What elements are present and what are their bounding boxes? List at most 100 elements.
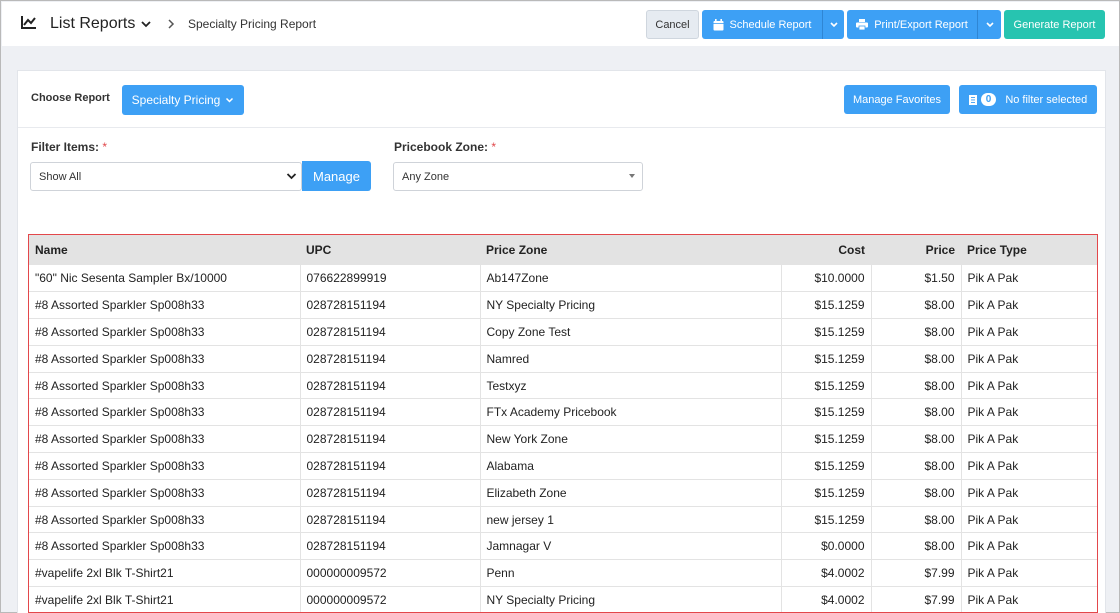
- cell-name: #8 Assorted Sparkler Sp008h33: [29, 398, 301, 427]
- cell-price-type: Pik A Pak: [961, 345, 1097, 373]
- chevron-down-icon[interactable]: [139, 17, 153, 31]
- print-export-label: Print/Export Report: [874, 18, 968, 31]
- cell-cost: $15.1259: [781, 318, 872, 346]
- cell-upc: 028728151194: [300, 291, 481, 320]
- cell-price: $8.00: [871, 291, 962, 320]
- cell-price-zone: NY Specialty Pricing: [480, 586, 782, 612]
- cell-upc: 028728151194: [300, 398, 481, 427]
- filter-items-label-text: Filter Items:: [31, 140, 100, 154]
- cell-name: #8 Assorted Sparkler Sp008h33: [29, 372, 301, 400]
- cell-price-type: Pik A Pak: [961, 425, 1097, 454]
- cell-price: $8.00: [871, 318, 962, 346]
- cell-name: #8 Assorted Sparkler Sp008h33: [29, 291, 301, 320]
- table-row[interactable]: #8 Assorted Sparkler Sp008h33 02872815119…: [29, 479, 1097, 507]
- column-header-name[interactable]: Name: [29, 235, 300, 265]
- cell-price-zone: Copy Zone Test: [480, 318, 782, 346]
- pricebook-zone-select[interactable]: Any Zone: [393, 162, 643, 191]
- column-header-price-type[interactable]: Price Type: [961, 235, 1097, 265]
- top-bar: List Reports Specialty Pricing Report Ca…: [2, 2, 1119, 46]
- cell-price-type: Pik A Pak: [961, 586, 1097, 612]
- cell-name: #8 Assorted Sparkler Sp008h33: [29, 532, 301, 561]
- report-select-button[interactable]: Specialty Pricing: [122, 85, 244, 115]
- table-row[interactable]: #8 Assorted Sparkler Sp008h33 02872815119…: [29, 506, 1097, 534]
- column-header-upc[interactable]: UPC: [300, 235, 480, 265]
- app-window: List Reports Specialty Pricing Report Ca…: [0, 0, 1120, 613]
- cell-upc: 028728151194: [300, 318, 481, 346]
- cell-cost: $15.1259: [781, 291, 872, 320]
- column-header-price[interactable]: Price: [871, 235, 961, 265]
- cell-price: $8.00: [871, 398, 962, 427]
- breadcrumb: Specialty Pricing Report: [188, 17, 317, 31]
- cell-cost: $10.0000: [781, 265, 872, 293]
- column-header-price-zone[interactable]: Price Zone: [480, 235, 781, 265]
- cell-price-zone: Namred: [480, 345, 782, 373]
- table-row[interactable]: #8 Assorted Sparkler Sp008h33 02872815119…: [29, 291, 1097, 320]
- cell-price-type: Pik A Pak: [961, 532, 1097, 561]
- cell-price: $8.00: [871, 506, 962, 534]
- cell-cost: $15.1259: [781, 372, 872, 400]
- cell-price: $8.00: [871, 452, 962, 480]
- cell-name: #8 Assorted Sparkler Sp008h33: [29, 452, 301, 480]
- schedule-report-button[interactable]: Schedule Report: [702, 10, 822, 39]
- pricebook-zone-label: Pricebook Zone: *: [394, 140, 496, 154]
- table-row[interactable]: #8 Assorted Sparkler Sp008h33 02872815119…: [29, 452, 1097, 480]
- cell-price: $8.00: [871, 532, 962, 561]
- required-mark: *: [102, 140, 108, 154]
- cell-price-zone: FTx Academy Pricebook: [480, 398, 782, 427]
- filter-items-label: Filter Items: *: [31, 140, 107, 154]
- caret-down-icon: [629, 174, 635, 178]
- cancel-button[interactable]: Cancel: [646, 10, 699, 39]
- chevron-right-icon: [168, 19, 175, 29]
- filter-items-value: Show All: [39, 170, 82, 183]
- cell-name: #8 Assorted Sparkler Sp008h33: [29, 425, 301, 454]
- cell-cost: $4.0002: [781, 559, 872, 588]
- report-table: Name UPC Price Zone Cost Price Price Typ…: [29, 235, 1097, 612]
- column-header-cost[interactable]: Cost: [781, 235, 871, 265]
- cell-cost: $0.0000: [781, 532, 872, 561]
- print-export-dropdown[interactable]: [977, 10, 1001, 39]
- required-mark: *: [491, 140, 497, 154]
- cell-upc: 028728151194: [300, 506, 481, 534]
- schedule-report-dropdown[interactable]: [822, 10, 844, 39]
- cell-price: $7.99: [871, 586, 962, 612]
- table-row[interactable]: #8 Assorted Sparkler Sp008h33 02872815119…: [29, 532, 1097, 561]
- cell-cost: $15.1259: [781, 479, 872, 507]
- document-icon: [968, 94, 977, 105]
- chevron-down-icon: [985, 21, 994, 27]
- manage-button[interactable]: Manage: [302, 161, 371, 191]
- cell-cost: $15.1259: [781, 425, 872, 454]
- cell-price-zone: Testxyz: [480, 372, 782, 400]
- line-chart-icon: [21, 16, 36, 29]
- table-row[interactable]: #8 Assorted Sparkler Sp008h33 02872815119…: [29, 425, 1097, 454]
- filter-status-button[interactable]: 0 No filter selected: [959, 85, 1097, 114]
- chevron-down-icon: [829, 21, 838, 27]
- report-panel: Choose Report Specialty Pricing Manage F…: [17, 70, 1106, 613]
- cell-price: $8.00: [871, 345, 962, 373]
- pricebook-zone-value: Any Zone: [402, 170, 450, 183]
- table-row[interactable]: "60" Nic Sesenta Sampler Bx/10000 0766228…: [29, 265, 1097, 293]
- cell-upc: 028728151194: [300, 372, 481, 400]
- table-row[interactable]: #8 Assorted Sparkler Sp008h33 02872815119…: [29, 318, 1097, 346]
- table-row[interactable]: #vapelife 2xl Blk T-Shirt21 000000009572 N…: [29, 586, 1097, 612]
- cell-price-type: Pik A Pak: [961, 479, 1097, 507]
- cell-name: #8 Assorted Sparkler Sp008h33: [29, 506, 301, 534]
- table-row[interactable]: #8 Assorted Sparkler Sp008h33 02872815119…: [29, 398, 1097, 427]
- manage-favorites-button[interactable]: Manage Favorites: [844, 85, 950, 114]
- table-row[interactable]: #8 Assorted Sparkler Sp008h33 02872815119…: [29, 372, 1097, 400]
- report-select-label: Specialty Pricing: [131, 93, 221, 107]
- cell-price-zone: new jersey 1: [480, 506, 782, 534]
- cell-cost: $15.1259: [781, 506, 872, 534]
- table-row[interactable]: #8 Assorted Sparkler Sp008h33 02872815119…: [29, 345, 1097, 373]
- cell-upc: 076622899919: [300, 265, 481, 293]
- table-row[interactable]: #vapelife 2xl Blk T-Shirt21 000000009572 P…: [29, 559, 1097, 588]
- cell-name: #8 Assorted Sparkler Sp008h33: [29, 318, 301, 346]
- printer-icon: [856, 19, 869, 30]
- cell-upc: 028728151194: [300, 479, 481, 507]
- cell-price-zone: Alabama: [480, 452, 782, 480]
- print-export-button[interactable]: Print/Export Report: [847, 10, 977, 39]
- page-title[interactable]: List Reports: [50, 15, 135, 33]
- filter-items-select[interactable]: Show All: [30, 162, 302, 191]
- cell-price-type: Pik A Pak: [961, 318, 1097, 346]
- generate-report-button[interactable]: Generate Report: [1004, 10, 1105, 39]
- cell-price: $8.00: [871, 372, 962, 400]
